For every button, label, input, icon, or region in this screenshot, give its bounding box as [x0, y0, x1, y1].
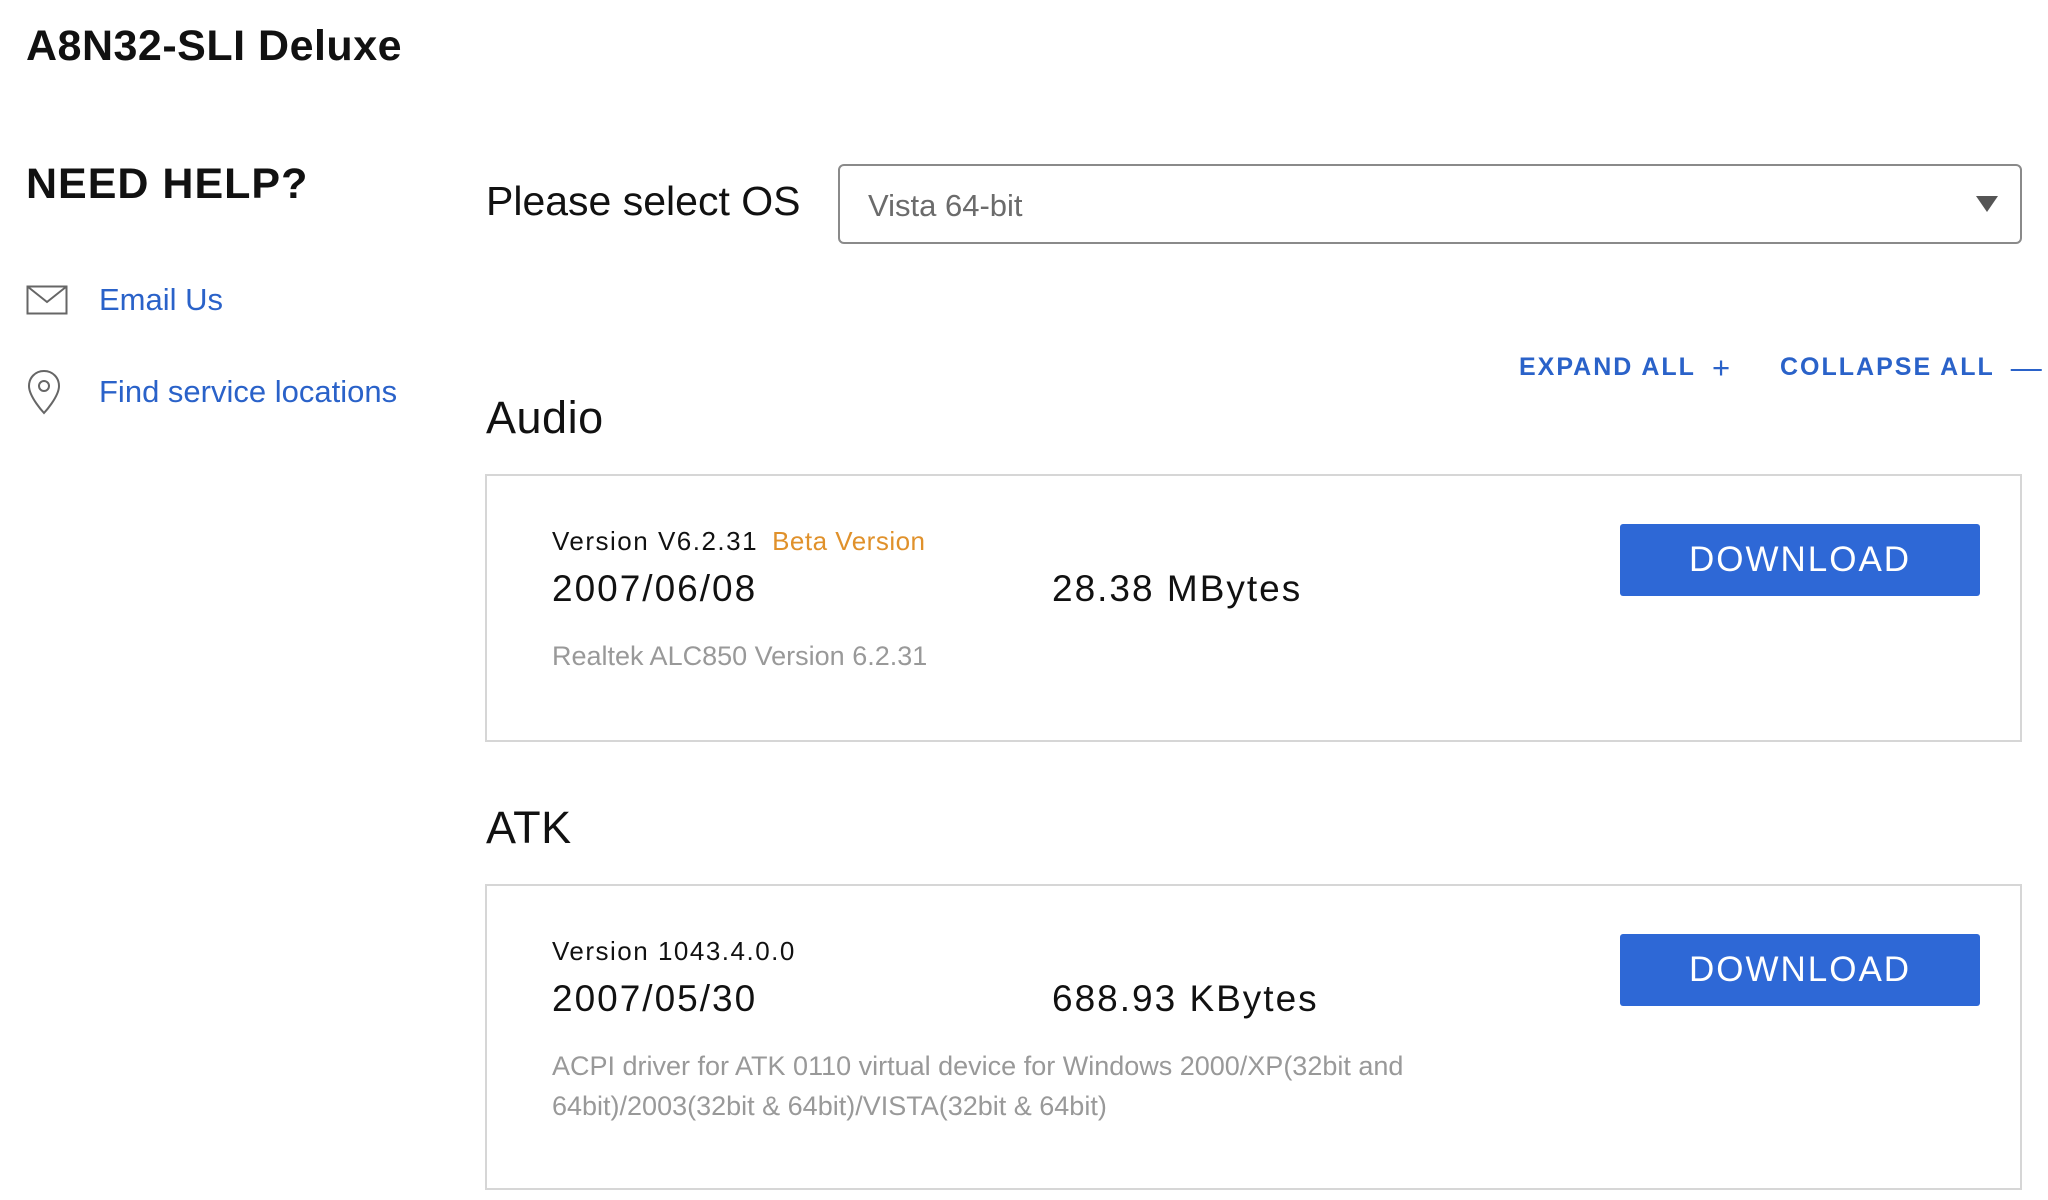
plus-icon: + [1711, 350, 1733, 385]
driver-description: ACPI driver for ATK 0110 virtual device … [552, 1051, 1404, 1121]
collapse-all-button[interactable]: COLLAPSE ALL — [1780, 352, 2044, 383]
email-us-label: Email Us [99, 282, 224, 317]
location-pin-icon [26, 369, 70, 415]
driver-size: 28.38 MBytes [1052, 568, 1303, 609]
driver-version-text: Version V6.2.31 [552, 526, 759, 556]
driver-date: 2007/05/30 [552, 978, 758, 1019]
help-sidebar: NEED HELP? Email Us Find service locatio… [26, 160, 446, 415]
need-help-heading: NEED HELP? [26, 160, 309, 208]
driver-size: 688.93 KBytes [1052, 978, 1319, 1019]
section-title-audio: Audio [486, 392, 604, 443]
find-service-locations-label: Find service locations [99, 374, 398, 409]
product-title: A8N32-SLI Deluxe [26, 22, 403, 70]
os-select-dropdown[interactable]: Vista 64-bit [838, 164, 2022, 244]
email-us-link[interactable]: Email Us [26, 278, 223, 322]
os-select-label: Please select OS [486, 178, 801, 224]
expand-all-label: EXPAND ALL [1519, 353, 1696, 381]
os-select-value: Vista 64-bit [868, 188, 1023, 223]
caret-down-icon [1976, 196, 1998, 212]
minus-icon: — [2010, 350, 2044, 385]
driver-version: Version 1043.4.0.0 [552, 936, 796, 966]
expand-all-button[interactable]: EXPAND ALL + [1519, 352, 1732, 383]
find-service-locations-link[interactable]: Find service locations [26, 369, 398, 415]
driver-description: Realtek ALC850 Version 6.2.31 [552, 641, 928, 671]
section-title-atk: ATK [486, 802, 572, 853]
driver-version: Version V6.2.31 Beta Version [552, 526, 926, 557]
mail-icon [26, 278, 70, 322]
driver-date: 2007/06/08 [552, 568, 758, 609]
driver-card-audio: Version V6.2.31 Beta Version 2007/06/08 2… [485, 474, 2022, 742]
download-button-audio[interactable]: DOWNLOAD [1620, 524, 1980, 596]
download-button-atk[interactable]: DOWNLOAD [1620, 934, 1980, 1006]
collapse-all-label: COLLAPSE ALL [1780, 353, 1995, 381]
driver-card-atk: Version 1043.4.0.0 2007/05/30 688.93 KBy… [485, 884, 2022, 1190]
beta-version-badge: Beta Version [772, 526, 926, 556]
